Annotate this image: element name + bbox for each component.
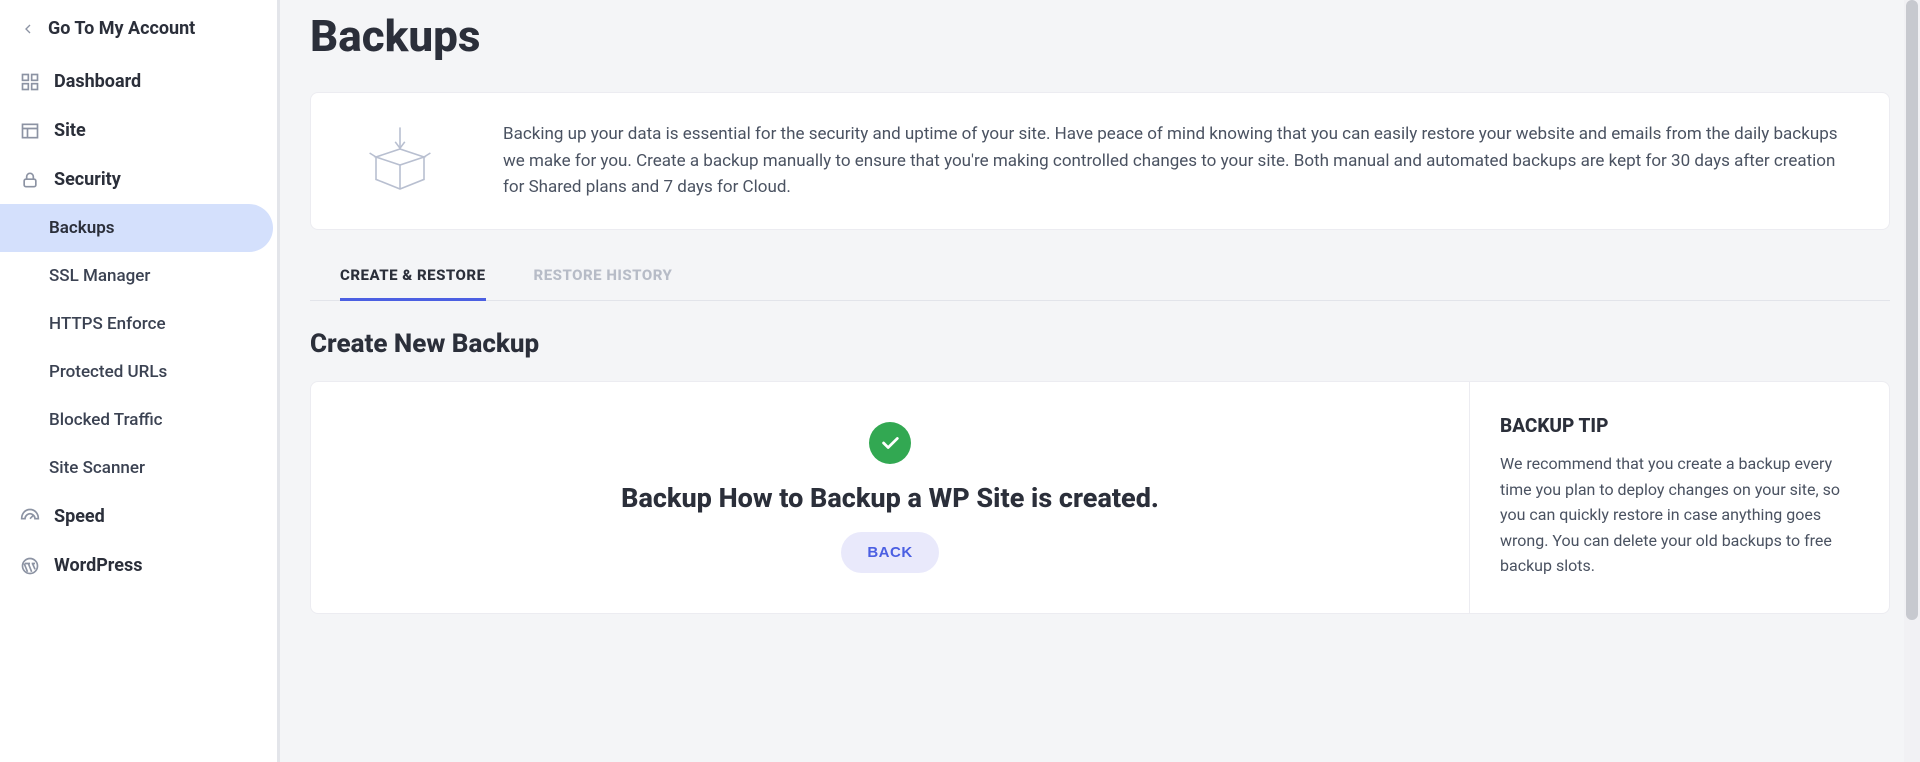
sidebar-sub-label: HTTPS Enforce (49, 314, 166, 334)
sidebar-item-dashboard[interactable]: Dashboard (0, 57, 277, 106)
main-content: Backups Backing up your data is essentia… (280, 0, 1920, 762)
check-circle-icon (869, 422, 911, 464)
tab-label: CREATE & RESTORE (340, 266, 486, 284)
box-icon (345, 121, 455, 201)
grid-icon (20, 72, 40, 92)
arrow-left-icon (20, 21, 36, 37)
gauge-icon (20, 507, 40, 527)
create-backup-panel: Backup How to Backup a WP Site is create… (310, 381, 1890, 614)
sidebar-sub-label: Backups (49, 218, 115, 238)
tabs: CREATE & RESTORE RESTORE HISTORY (310, 250, 1890, 301)
layout-icon (20, 121, 40, 141)
back-button[interactable]: BACK (841, 532, 938, 573)
tip-title: BACKUP TIP (1500, 414, 1859, 437)
intro-card: Backing up your data is essential for th… (310, 92, 1890, 230)
lock-icon (20, 170, 40, 190)
intro-text: Backing up your data is essential for th… (503, 121, 1855, 200)
sidebar-sub-backups[interactable]: Backups (0, 204, 273, 252)
sidebar-sub-label: SSL Manager (49, 266, 150, 286)
go-to-account-label: Go To My Account (48, 18, 195, 39)
sidebar-sub-label: Protected URLs (49, 362, 167, 382)
sidebar-item-label: Site (54, 120, 86, 141)
sidebar-item-label: Security (54, 169, 121, 190)
sidebar-sub-site-scanner[interactable]: Site Scanner (0, 444, 277, 492)
tab-label: RESTORE HISTORY (534, 266, 673, 284)
tip-text: We recommend that you create a backup ev… (1500, 451, 1859, 579)
sidebar-item-site[interactable]: Site (0, 106, 277, 155)
success-message: Backup How to Backup a WP Site is create… (621, 482, 1159, 514)
section-title: Create New Backup (310, 329, 1890, 359)
sidebar-sub-protected-urls[interactable]: Protected URLs (0, 348, 277, 396)
sidebar-item-label: WordPress (54, 555, 142, 576)
tip-panel: BACKUP TIP We recommend that you create … (1469, 382, 1889, 613)
scrollbar[interactable] (1904, 0, 1920, 762)
success-panel: Backup How to Backup a WP Site is create… (311, 382, 1469, 613)
sidebar-sub-label: Site Scanner (49, 458, 145, 478)
scrollbar-thumb[interactable] (1906, 0, 1918, 620)
sidebar-item-label: Dashboard (54, 71, 141, 92)
go-to-account-link[interactable]: Go To My Account (0, 4, 277, 57)
wordpress-icon (20, 556, 40, 576)
sidebar-item-wordpress[interactable]: WordPress (0, 541, 277, 590)
sidebar-sub-https-enforce[interactable]: HTTPS Enforce (0, 300, 277, 348)
sidebar-item-label: Speed (54, 506, 105, 527)
sidebar-sub-label: Blocked Traffic (49, 410, 163, 430)
sidebar-item-security[interactable]: Security (0, 155, 277, 204)
page-title: Backups (310, 10, 1890, 62)
tab-create-restore[interactable]: CREATE & RESTORE (340, 250, 486, 301)
sidebar-sub-blocked-traffic[interactable]: Blocked Traffic (0, 396, 277, 444)
sidebar-item-speed[interactable]: Speed (0, 492, 277, 541)
sidebar: Go To My Account Dashboard Site Security… (0, 0, 280, 762)
tab-restore-history[interactable]: RESTORE HISTORY (534, 250, 673, 301)
sidebar-sub-ssl-manager[interactable]: SSL Manager (0, 252, 277, 300)
